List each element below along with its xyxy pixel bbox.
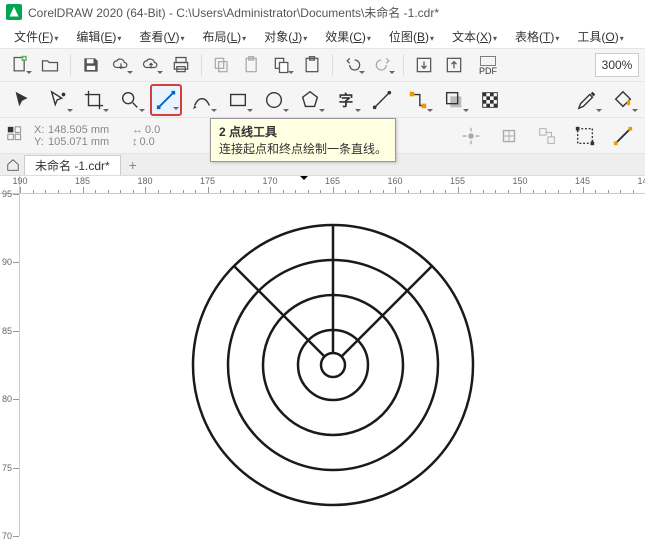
menu-edit[interactable]: 编辑(E)▾ [68, 25, 129, 48]
artistic-media-tool[interactable] [186, 84, 218, 116]
x-value[interactable]: 148.505 mm [48, 124, 118, 136]
menu-table[interactable]: 表格(T)▾ [507, 25, 567, 48]
separator [332, 54, 333, 76]
open-button[interactable] [36, 51, 64, 79]
app-icon [6, 4, 22, 20]
export-button[interactable] [440, 51, 468, 79]
tooltip-title: 2 点线工具 [219, 123, 387, 140]
toolbox: 字 [0, 82, 645, 118]
zoom-tool[interactable] [114, 84, 146, 116]
drop-shadow-tool[interactable] [438, 84, 470, 116]
redo-button[interactable] [369, 51, 397, 79]
close-curve-button[interactable] [607, 120, 639, 152]
document-tab[interactable]: 未命名 -1.cdr* [24, 155, 121, 175]
prop-btn-3[interactable] [531, 120, 563, 152]
tooltip: 2 点线工具 连接起点和终点绘制一条直线。 [210, 118, 396, 162]
eyedropper-tool[interactable] [571, 84, 603, 116]
cloud-upload-button[interactable] [137, 51, 165, 79]
shape-tool[interactable] [42, 84, 74, 116]
menu-layout[interactable]: 布局(L)▾ [194, 25, 254, 48]
menu-file[interactable]: 文件(F)▾ [6, 25, 66, 48]
ellipse-tool[interactable] [258, 84, 290, 116]
transparency-tool[interactable] [474, 84, 506, 116]
prop-btn-2[interactable] [493, 120, 525, 152]
parallel-dimension-tool[interactable] [366, 84, 398, 116]
separator [70, 54, 71, 76]
workspace: 190185180175170165160155150145140 959085… [0, 176, 645, 536]
menu-bar: 文件(F)▾ 编辑(E)▾ 查看(V)▾ 布局(L)▾ 对象(J)▾ 效果(C)… [0, 24, 645, 48]
drawing-content [183, 215, 483, 515]
polygon-tool[interactable] [294, 84, 326, 116]
crop-tool[interactable] [78, 84, 110, 116]
horizontal-ruler[interactable]: 190185180175170165160155150145140 [20, 176, 645, 194]
separator [201, 54, 202, 76]
import-button[interactable] [410, 51, 438, 79]
add-tab-button[interactable]: + [123, 156, 143, 174]
title-bar: CorelDRAW 2020 (64-Bit) - C:\Users\Admin… [0, 0, 645, 24]
tooltip-desc: 连接起点和终点绘制一条直线。 [219, 140, 387, 157]
pick-tool[interactable] [6, 84, 38, 116]
copy-button[interactable] [208, 51, 236, 79]
menu-tools[interactable]: 工具(O)▾ [569, 25, 631, 48]
bounding-box-button[interactable] [569, 120, 601, 152]
svg-text:字: 字 [339, 91, 354, 109]
two-point-line-tool[interactable] [150, 84, 182, 116]
print-button[interactable] [167, 51, 195, 79]
home-icon[interactable] [4, 156, 22, 174]
pdf-label: PDF [479, 67, 497, 76]
y-value[interactable]: 105.071 mm [48, 136, 118, 148]
duplicate-button[interactable] [268, 51, 296, 79]
dimensions: ↔0.0 ↕0.0 [132, 124, 167, 148]
menu-object[interactable]: 对象(J)▾ [256, 25, 315, 48]
coordinates: X:148.505 mm Y:105.071 mm [34, 124, 118, 148]
height-value[interactable]: 0.0 [140, 136, 162, 148]
menu-text[interactable]: 文本(X)▾ [444, 25, 505, 48]
window-title: CorelDRAW 2020 (64-Bit) - C:\Users\Admin… [28, 4, 439, 21]
canvas[interactable] [20, 194, 645, 536]
y-label: Y: [34, 136, 46, 148]
save-button[interactable] [77, 51, 105, 79]
menu-view[interactable]: 查看(V)▾ [131, 25, 192, 48]
text-tool[interactable]: 字 [330, 84, 362, 116]
standard-toolbar: PDF 300% [0, 48, 645, 82]
width-icon: ↔ [132, 124, 143, 136]
x-label: X: [34, 124, 46, 136]
undo-button[interactable] [339, 51, 367, 79]
height-icon: ↕ [132, 136, 138, 148]
clipboard-button[interactable] [298, 51, 326, 79]
pdf-button[interactable]: PDF [470, 51, 506, 79]
vertical-ruler[interactable]: 959085807570 [0, 194, 20, 536]
paste-button[interactable] [238, 51, 266, 79]
cloud-download-button[interactable] [107, 51, 135, 79]
position-icon [6, 125, 28, 147]
new-button[interactable] [6, 51, 34, 79]
separator [403, 54, 404, 76]
prop-btn-1[interactable] [455, 120, 487, 152]
rectangle-tool[interactable] [222, 84, 254, 116]
fill-tool[interactable] [607, 84, 639, 116]
width-value[interactable]: 0.0 [145, 124, 167, 136]
zoom-input[interactable]: 300% [595, 53, 639, 77]
menu-effects[interactable]: 效果(C)▾ [317, 25, 379, 48]
ruler-cursor-marker [300, 176, 308, 184]
connector-tool[interactable] [402, 84, 434, 116]
property-bar: X:148.505 mm Y:105.071 mm ↔0.0 ↕0.0 2 点线… [0, 118, 645, 154]
menu-bitmap[interactable]: 位图(B)▾ [381, 25, 442, 48]
